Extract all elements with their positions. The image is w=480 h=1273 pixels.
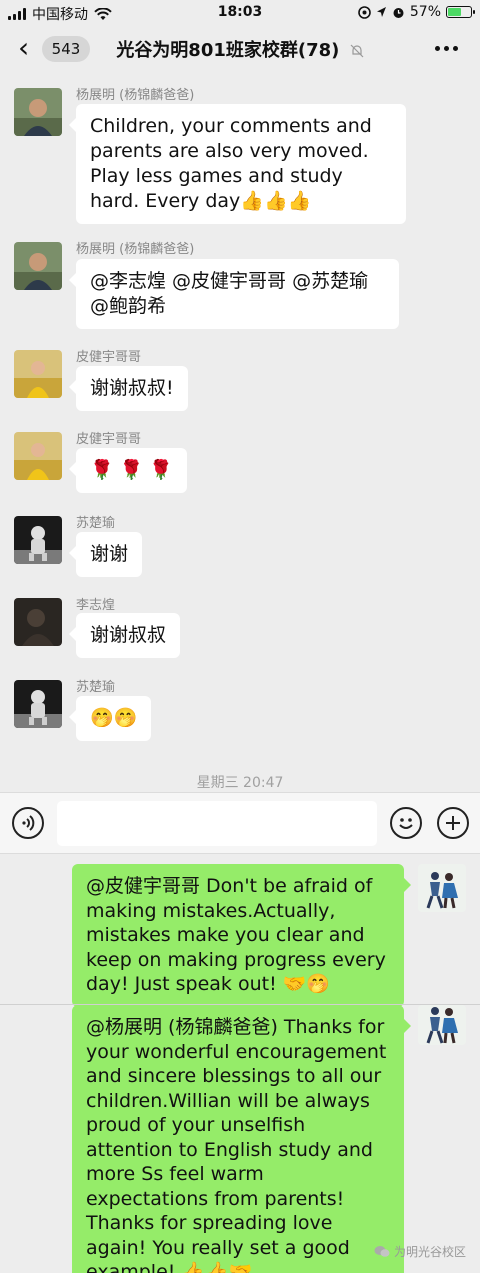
message-text: 谢谢叔叔: [90, 624, 167, 646]
avatar[interactable]: [14, 432, 62, 480]
more-icon[interactable]: [435, 46, 458, 51]
status-bar: 中国移动 18:03 57%: [0, 0, 480, 24]
navigation-arrow-icon: [376, 7, 386, 17]
bell-muted-icon: [350, 44, 364, 58]
sender-name: 苏楚瑜: [76, 680, 116, 695]
message-bubble[interactable]: 谢谢叔叔: [68, 613, 181, 658]
avatar[interactable]: [14, 680, 62, 728]
avatar[interactable]: [14, 598, 62, 646]
message-bubble[interactable]: Children, your comments and parents are …: [69, 104, 406, 224]
wechat-logo-icon: [374, 1246, 390, 1257]
my-message-bubble[interactable]: @皮健宇哥哥 Don't be afraid of making mistake…: [72, 864, 411, 1007]
sender-name: 皮健宇哥哥: [76, 350, 142, 365]
battery-icon: [446, 6, 475, 18]
message-bubble[interactable]: 谢谢: [68, 532, 143, 577]
avatar[interactable]: [14, 350, 62, 398]
sender-name: 李志煌: [76, 598, 116, 613]
my-avatar[interactable]: [418, 1005, 466, 1045]
message-text: 谢谢叔叔!: [90, 377, 174, 399]
watermark-text: 为明光谷校区: [393, 1245, 466, 1259]
sender-name: 杨展明 (杨锦麟爸爸): [76, 242, 195, 257]
message-text: @杨展明 (杨锦麟爸爸) Thanks for your wonderful e…: [86, 1016, 387, 1273]
message-text: 谢谢: [90, 543, 129, 565]
input-bar: [0, 792, 480, 854]
sender-name: 苏楚瑜: [76, 516, 116, 531]
message-bubble[interactable]: 🌹 🌹 🌹: [68, 448, 188, 493]
message-text: @李志煌 @皮健宇哥哥 @苏楚瑜 @鲍韵希: [90, 270, 369, 317]
message-bubble[interactable]: 🤭🤭: [68, 696, 152, 741]
location-icon: [358, 5, 371, 19]
message-bubble[interactable]: @李志煌 @皮健宇哥哥 @苏楚瑜 @鲍韵希: [69, 259, 399, 329]
voice-icon[interactable]: [12, 807, 44, 839]
battery-percent: 57%: [409, 4, 441, 20]
message-input[interactable]: [57, 801, 377, 846]
message-timestamp: 星期三 20:47: [196, 775, 284, 791]
watermark: 为明光谷校区: [374, 1243, 466, 1260]
message-bubble[interactable]: 谢谢叔叔!: [69, 366, 188, 411]
my-message-bubble[interactable]: @杨展明 (杨锦麟爸爸) Thanks for your wonderful e…: [72, 1005, 411, 1273]
message-text: Children, your comments and parents are …: [90, 115, 372, 212]
message-text: @皮健宇哥哥 Don't be afraid of making mistake…: [86, 875, 386, 995]
my-avatar[interactable]: [418, 864, 466, 912]
chat-title: 光谷为明801班家校群(78): [0, 36, 480, 62]
avatar[interactable]: [14, 88, 62, 136]
plus-icon[interactable]: [437, 807, 469, 839]
chat-header: ‹ 543 光谷为明801班家校群(78): [0, 24, 480, 74]
avatar[interactable]: [14, 242, 62, 290]
message-text: 🌹 🌹 🌹: [90, 459, 174, 481]
avatar[interactable]: [14, 516, 62, 564]
sender-name: 杨展明 (杨锦麟爸爸): [76, 88, 195, 103]
chat-title-text: 光谷为明801班家校群(78): [116, 40, 340, 61]
sender-name: 皮健宇哥哥: [76, 432, 142, 447]
emoji-icon[interactable]: [390, 807, 422, 839]
message-text: 🤭🤭: [90, 707, 138, 729]
alarm-icon: [393, 7, 404, 18]
